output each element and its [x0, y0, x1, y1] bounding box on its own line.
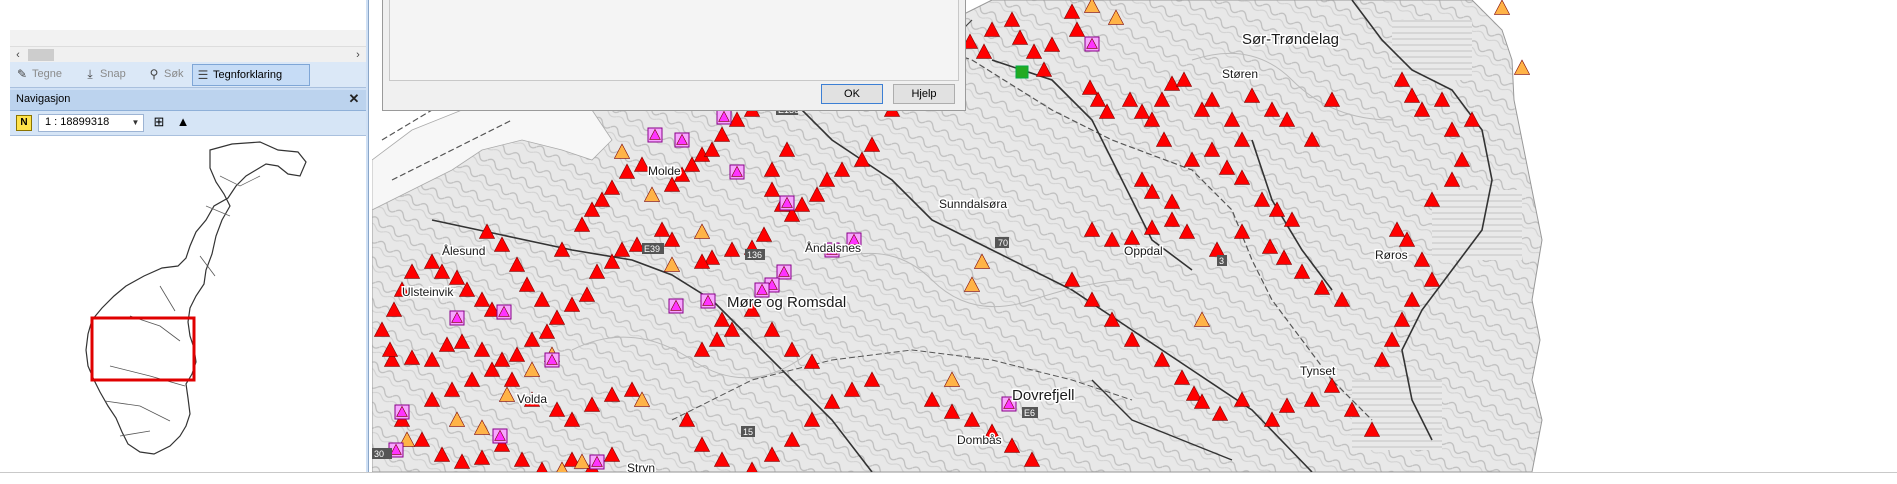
tab-label: Søk — [164, 68, 184, 80]
place-label: Molde — [648, 164, 681, 178]
orange-triangle-marker — [1493, 0, 1511, 15]
scroll-right-icon[interactable]: › — [350, 47, 366, 63]
layer-list-footer — [10, 30, 366, 46]
grid-icon[interactable]: ⊞ — [152, 115, 166, 129]
dialog-content — [389, 0, 959, 81]
region-label: Sør-Trøndelag — [1242, 31, 1339, 48]
chevron-down-icon[interactable]: ▼ — [129, 115, 142, 131]
road-label: 30 — [374, 449, 384, 459]
road-label: E39 — [644, 244, 660, 254]
dialog-window: OK Hjelp — [382, 0, 966, 111]
layer-list[interactable] — [10, 0, 366, 30]
place-label: Ulsteinvik — [402, 285, 454, 299]
scale-value: 1 : 18899318 — [45, 116, 110, 128]
place-label: Tynset — [1300, 364, 1336, 378]
place-label: Røros — [1375, 248, 1408, 262]
ok-button[interactable]: OK — [821, 84, 883, 104]
legend-icon: ☰ — [197, 68, 209, 82]
region-label: Møre og Romsdal — [727, 294, 846, 311]
place-label: Stryn — [627, 461, 655, 472]
place-label: Støren — [1222, 67, 1258, 81]
horizontal-scrollbar[interactable]: ‹ › — [10, 46, 366, 63]
pencil-icon: ✎ — [16, 67, 28, 81]
place-label: Ålesund — [442, 243, 485, 258]
place-label: Sunndalsøra — [939, 197, 1007, 211]
tab-label: Tegne — [32, 68, 62, 80]
place-label: Oppdal — [1124, 244, 1163, 258]
scroll-left-icon[interactable]: ‹ — [10, 47, 26, 63]
help-button[interactable]: Hjelp — [893, 84, 955, 104]
status-strip — [0, 472, 1897, 484]
navigation-toolbar: N 1 : 18899318 ▼ ⊞ ▲ — [10, 111, 366, 136]
norway-outline — [85, 141, 307, 455]
snap-icon: ⤓ — [87, 67, 93, 81]
search-icon: ⚲ — [149, 67, 159, 81]
navigation-title: Navigasjon — [16, 93, 71, 105]
close-icon[interactable]: ✕ — [346, 91, 362, 107]
layers-icon[interactable]: ▲ — [174, 115, 192, 129]
tab-tegnforklaring[interactable]: ☰ Tegnforklaring — [192, 64, 310, 86]
road-label: 3 — [1219, 256, 1224, 266]
navigation-header: Navigasjon ✕ — [10, 90, 366, 111]
road-label: 15 — [743, 427, 753, 437]
orange-triangle-marker — [1513, 59, 1531, 75]
road-label: 70 — [998, 238, 1008, 248]
scroll-thumb[interactable] — [28, 49, 54, 61]
place-label: Dovrefjell — [1012, 387, 1075, 404]
road-label: 136 — [747, 250, 762, 260]
north-icon[interactable]: N — [16, 115, 32, 131]
place-label: Volda — [517, 392, 547, 406]
place-label: Åndalsnes — [805, 240, 861, 255]
scale-select[interactable]: 1 : 18899318 ▼ — [38, 114, 144, 132]
road-label: E6 — [1024, 408, 1035, 418]
left-panel: ‹ › ✎ Tegne ⤓ Snap ⚲ Søk ☰ Tegnforklarin… — [10, 0, 369, 472]
tab-label: Tegnforklaring — [213, 69, 283, 81]
overview-map[interactable] — [10, 136, 366, 472]
tool-tabs: ✎ Tegne ⤓ Snap ⚲ Søk ☰ Tegnforklaring — [10, 62, 366, 88]
green-square-marker — [1015, 65, 1029, 79]
place-label: Dombås — [957, 433, 1002, 447]
tab-label: Snap — [100, 68, 126, 80]
